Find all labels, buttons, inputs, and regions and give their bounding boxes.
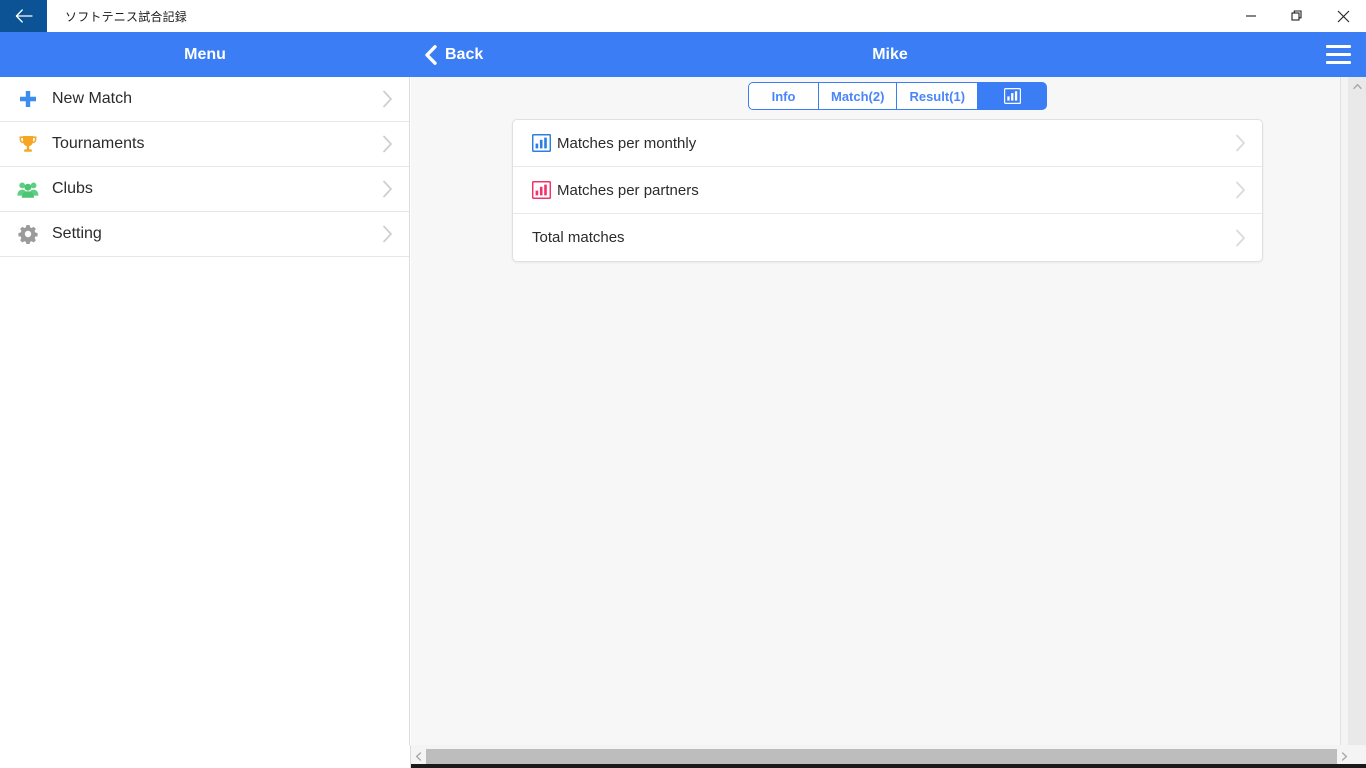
list-item-label: Matches per monthly bbox=[557, 134, 697, 152]
segmented-tab-control: Info Match(2) Result(1) bbox=[748, 82, 1048, 110]
plus-icon bbox=[14, 85, 42, 113]
sidebar-item-label: Setting bbox=[52, 225, 102, 242]
sidebar-item-label: New Match bbox=[52, 90, 133, 107]
list-item-matches-per-partners[interactable]: Matches per partners bbox=[513, 167, 1262, 214]
bar-chart-icon bbox=[532, 181, 551, 200]
chevron-right-icon bbox=[382, 225, 393, 243]
chevron-right-icon[interactable] bbox=[1337, 749, 1352, 764]
minimize-icon bbox=[1245, 10, 1257, 22]
tab-label: Result(1) bbox=[909, 88, 966, 104]
window-back-button[interactable] bbox=[0, 0, 47, 32]
tab-label: Info bbox=[771, 88, 796, 104]
list-item-matches-per-monthly[interactable]: Matches per monthly bbox=[513, 120, 1262, 167]
chevron-right-icon bbox=[382, 180, 393, 198]
window-title: ソフトテニス試合記録 bbox=[65, 9, 188, 24]
list-item-label: Matches per partners bbox=[557, 181, 699, 199]
tab-label: Match(2) bbox=[831, 88, 885, 104]
window-bottom-edge bbox=[411, 764, 1366, 768]
list-item-total-matches[interactable]: Total matches bbox=[513, 214, 1262, 261]
tab-match[interactable]: Match(2) bbox=[818, 82, 897, 110]
window-title-bar: ソフトテニス試合記録 bbox=[0, 0, 1366, 32]
arrow-left-icon bbox=[15, 9, 33, 23]
sidebar-bottom-strip bbox=[0, 745, 411, 768]
gear-icon bbox=[14, 220, 42, 248]
sidebar-item-clubs[interactable]: Clubs bbox=[0, 167, 409, 212]
sidebar-item-tournaments[interactable]: Tournaments bbox=[0, 122, 409, 167]
sidebar-item-new-match[interactable]: New Match bbox=[0, 77, 409, 122]
tab-result[interactable]: Result(1) bbox=[896, 82, 978, 110]
chevron-right-icon bbox=[1235, 229, 1246, 247]
chevron-right-icon bbox=[1235, 134, 1246, 152]
list-item-label: Total matches bbox=[532, 229, 625, 246]
vertical-scrollbar-track[interactable] bbox=[1348, 77, 1366, 768]
bar-chart-icon bbox=[1003, 88, 1021, 104]
sidebar-item-label: Clubs bbox=[52, 180, 93, 197]
chevron-right-icon bbox=[382, 90, 393, 108]
close-icon bbox=[1337, 10, 1350, 23]
main-content: Info Match(2) Result(1) Matches per mont… bbox=[411, 77, 1340, 745]
chart-options-card: Matches per monthly Matches per partners bbox=[512, 119, 1263, 262]
page-title: Mike bbox=[872, 45, 908, 63]
close-button[interactable] bbox=[1320, 0, 1366, 32]
chevron-left-icon bbox=[424, 44, 437, 65]
chevron-right-icon bbox=[1235, 181, 1246, 199]
chevron-up-icon[interactable] bbox=[1348, 77, 1366, 95]
trophy-icon bbox=[14, 130, 42, 158]
chevron-left-icon[interactable] bbox=[411, 749, 426, 764]
sidebar-header-title: Menu bbox=[184, 45, 226, 63]
tab-info[interactable]: Info bbox=[748, 82, 818, 110]
horizontal-scrollbar-thumb[interactable] bbox=[426, 749, 1337, 764]
bar-chart-icon bbox=[532, 134, 551, 153]
restore-icon bbox=[1291, 10, 1303, 22]
hamburger-menu-icon[interactable] bbox=[1316, 32, 1360, 77]
app-header-bar: Mike Menu Back bbox=[0, 32, 1366, 77]
maximize-button[interactable] bbox=[1274, 0, 1320, 32]
chevron-right-icon bbox=[382, 135, 393, 153]
back-button[interactable]: Back bbox=[414, 32, 493, 77]
window-controls bbox=[1228, 0, 1366, 32]
people-icon bbox=[14, 175, 42, 203]
minimize-button[interactable] bbox=[1228, 0, 1274, 32]
tab-charts[interactable] bbox=[977, 82, 1048, 110]
sidebar: New Match Tournaments Clubs Setting bbox=[0, 77, 410, 768]
vertical-scrollbar[interactable] bbox=[1340, 77, 1366, 768]
sidebar-item-setting[interactable]: Setting bbox=[0, 212, 409, 257]
back-button-label: Back bbox=[445, 45, 484, 63]
sidebar-item-label: Tournaments bbox=[52, 135, 145, 152]
